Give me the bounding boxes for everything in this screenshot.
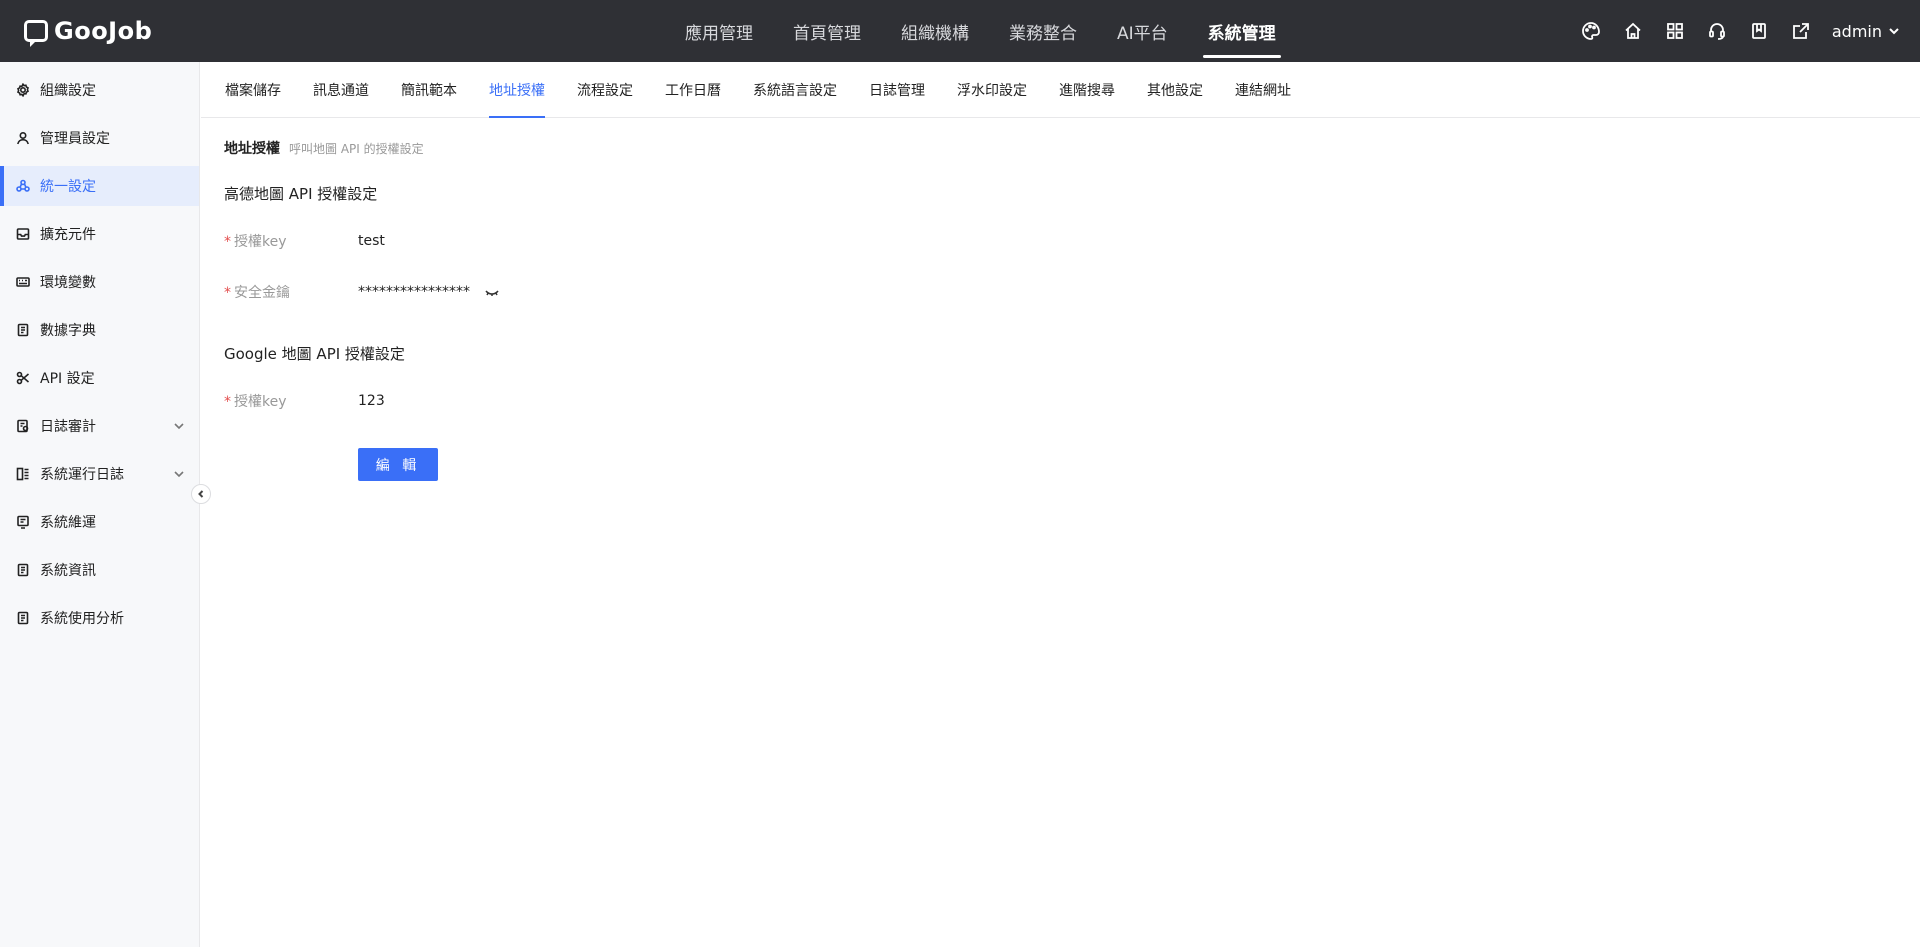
edit-button[interactable]: 編 輯: [358, 448, 438, 481]
tab-watermark-settings[interactable]: 浮水印設定: [957, 62, 1043, 117]
home-icon[interactable]: [1622, 20, 1644, 42]
tab-work-calendar[interactable]: 工作日曆: [665, 62, 737, 117]
sidebar-item-label: 組織設定: [40, 83, 96, 99]
page-title: 地址授權: [224, 141, 280, 157]
amap-key-label: * 授權key: [224, 234, 287, 250]
sidebar-item-system-info[interactable]: 系統資訊: [0, 550, 199, 590]
sidebar-item-usage-analysis[interactable]: 系統使用分析: [0, 598, 199, 638]
headset-icon[interactable]: [1706, 20, 1728, 42]
chevron-down-icon: [1888, 22, 1900, 41]
tab-advanced-search[interactable]: 進階搜尋: [1059, 62, 1131, 117]
tab-log-management[interactable]: 日誌管理: [869, 62, 941, 117]
topnav-organization[interactable]: 組織機構: [881, 0, 989, 62]
top-nav: 應用管理 首頁管理 組織機構 業務整合 AI平台 系統管理: [665, 0, 1296, 62]
sidebar-item-label: 統一設定: [40, 179, 96, 195]
sidebar-item-organization-settings[interactable]: 組織設定: [0, 70, 199, 110]
tab-file-storage[interactable]: 檔案儲存: [225, 62, 297, 117]
sidebar-item-label: 系統使用分析: [40, 611, 124, 627]
tab-workflow-settings[interactable]: 流程設定: [577, 62, 649, 117]
chevron-down-icon[interactable]: [173, 420, 185, 432]
user-menu[interactable]: admin: [1832, 22, 1900, 41]
sidebar-item-label: 系統資訊: [40, 563, 96, 579]
tab-message-channel[interactable]: 訊息通道: [313, 62, 385, 117]
brand-name: GooJob: [54, 17, 153, 45]
sidebar-collapse-button[interactable]: [191, 484, 211, 504]
google-key-label: * 授權key: [224, 394, 287, 410]
amap-key-row: * 授權key test: [224, 229, 385, 253]
section-header: 地址授權 呼叫地圖 API 的授權設定: [224, 138, 424, 158]
required-mark: *: [224, 285, 231, 301]
required-mark: *: [224, 394, 231, 410]
topnav-home-management[interactable]: 首頁管理: [773, 0, 881, 62]
top-bar: GooJob 應用管理 首頁管理 組織機構 業務整合 AI平台 系統管理 adm…: [0, 0, 1920, 62]
user-name: admin: [1831, 21, 1882, 41]
inbox-icon: [16, 227, 30, 241]
cluster-icon: [16, 179, 30, 193]
apps-grid-icon[interactable]: [1664, 20, 1686, 42]
document-icon: [16, 323, 30, 337]
sidebar-item-admin-settings[interactable]: 管理員設定: [0, 118, 199, 158]
amap-group-title: 高德地圖 API 授權設定: [224, 185, 378, 203]
sidebar-item-label: 系統維運: [40, 515, 96, 531]
sidebar-item-label: API 設定: [40, 371, 95, 387]
tab-address-authorization[interactable]: 地址授權: [489, 62, 561, 118]
document-icon: [16, 563, 30, 577]
sidebar-item-label: 數據字典: [40, 323, 96, 339]
log-icon: [16, 467, 30, 481]
sidebar-item-label: 日誌審計: [40, 419, 96, 435]
sidebar-item-api-settings[interactable]: API 設定: [0, 358, 199, 398]
topnav-system-management[interactable]: 系統管理: [1188, 0, 1296, 62]
audit-icon: [16, 419, 30, 433]
amap-secret-value: ****************: [358, 284, 470, 300]
logo-mark-icon: [24, 20, 48, 42]
top-tools: admin: [1580, 0, 1900, 62]
amap-secret-row: * 安全金鑰 ****************: [224, 280, 500, 304]
scissors-icon: [16, 371, 30, 385]
sidebar-item-label: 管理員設定: [40, 131, 110, 147]
book-icon[interactable]: [1748, 20, 1770, 42]
amap-secret-label: * 安全金鑰: [224, 285, 290, 301]
user-icon: [16, 131, 30, 145]
sidebar-item-unified-settings[interactable]: 統一設定: [0, 166, 199, 206]
topnav-business-integration[interactable]: 業務整合: [989, 0, 1097, 62]
sidebar-item-environment-variables[interactable]: 環境變數: [0, 262, 199, 302]
sidebar-item-system-maintenance[interactable]: 系統維運: [0, 502, 199, 542]
sidebar-item-label: 系統運行日誌: [40, 467, 124, 483]
tab-language-settings[interactable]: 系統語言設定: [753, 62, 853, 117]
maintenance-icon: [16, 515, 30, 529]
export-icon[interactable]: [1790, 20, 1812, 42]
settings-tabs: 檔案儲存 訊息通道 簡訊範本 地址授權 流程設定 工作日曆 系統語言設定 日誌管…: [201, 62, 1920, 118]
sidebar-item-label: 環境變數: [40, 275, 96, 291]
sidebar-item-data-dictionary[interactable]: 數據字典: [0, 310, 199, 350]
chevron-down-icon[interactable]: [173, 468, 185, 480]
tab-sms-template[interactable]: 簡訊範本: [401, 62, 473, 117]
sidebar-item-log-audit[interactable]: 日誌審計: [0, 406, 199, 446]
amap-key-value: test: [358, 233, 385, 249]
google-key-value: 123: [358, 393, 385, 409]
gear-icon: [16, 83, 30, 97]
palette-icon[interactable]: [1580, 20, 1602, 42]
sidebar-item-system-run-log[interactable]: 系統運行日誌: [0, 454, 199, 494]
document-icon: [16, 611, 30, 625]
topnav-ai-platform[interactable]: AI平台: [1097, 0, 1188, 62]
google-key-row: * 授權key 123: [224, 389, 385, 413]
chevron-left-icon: [196, 489, 206, 499]
eye-closed-icon[interactable]: [484, 284, 500, 300]
page-description: 呼叫地圖 API 的授權設定: [289, 142, 424, 156]
sidebar-item-label: 擴充元件: [40, 227, 96, 243]
sidebar-item-extensions[interactable]: 擴充元件: [0, 214, 199, 254]
sidebar: 組織設定 管理員設定 統一設定 擴充元件 環境變數 數據字典 API 設定 日誌…: [0, 62, 200, 947]
brand-logo[interactable]: GooJob: [24, 17, 152, 45]
google-group-title: Google 地圖 API 授權設定: [224, 345, 405, 363]
tab-other-settings[interactable]: 其他設定: [1147, 62, 1219, 117]
required-mark: *: [224, 234, 231, 250]
tab-link-urls[interactable]: 連結網址: [1235, 62, 1307, 117]
topnav-app-management[interactable]: 應用管理: [665, 0, 773, 62]
keyboard-icon: [16, 275, 30, 289]
